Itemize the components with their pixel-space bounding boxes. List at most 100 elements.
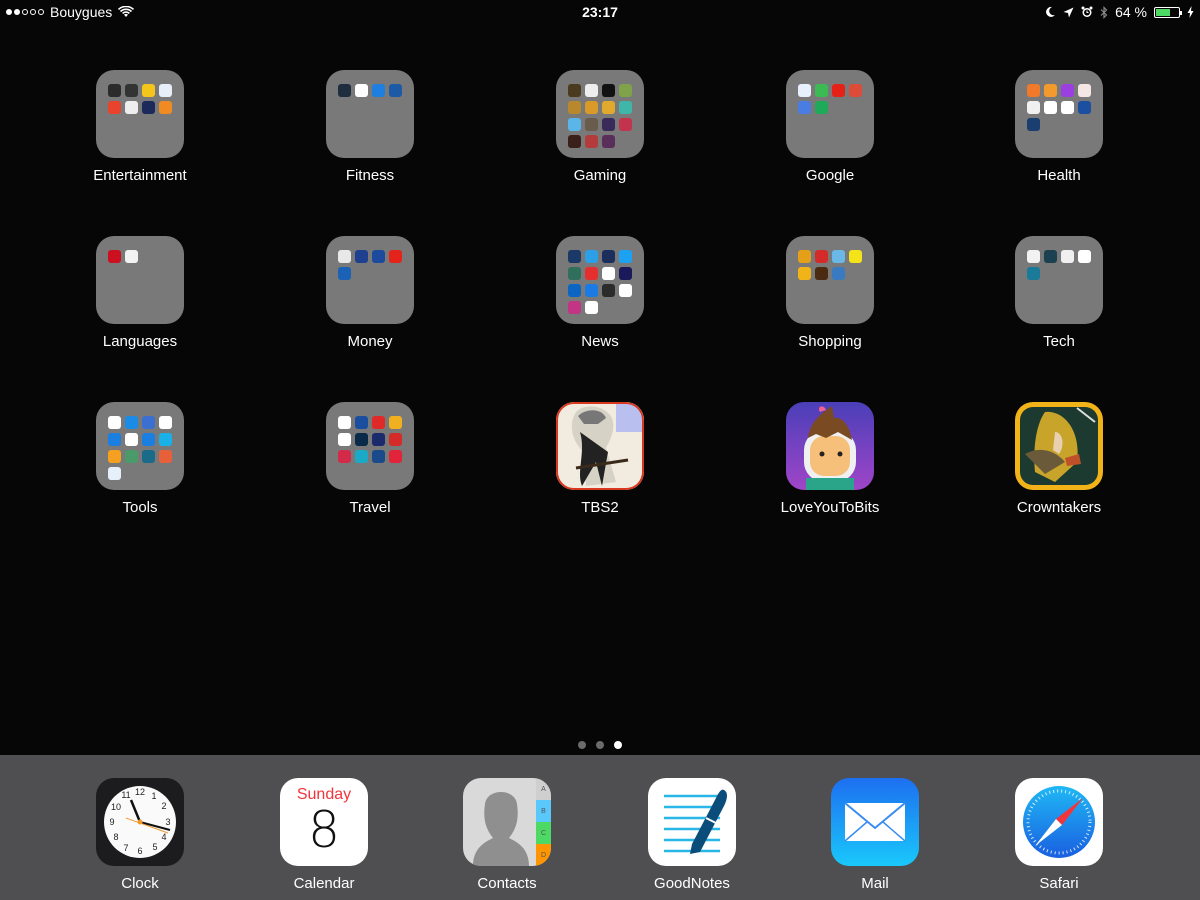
folder-google[interactable]: Google	[750, 70, 910, 184]
battery-icon	[1154, 6, 1182, 18]
folder-icon[interactable]	[326, 236, 414, 324]
folder-app-icon	[338, 416, 351, 429]
folder-icon[interactable]	[1015, 70, 1103, 158]
folder-app-icon	[372, 250, 385, 263]
folder-news[interactable]: News	[520, 236, 680, 350]
dock-app-clock[interactable]: 12 1 2 3 4 5 6 7 8 9 10 11 Clock	[60, 778, 220, 892]
dock-app-label: Contacts	[477, 875, 537, 892]
folder-app-icon	[602, 250, 615, 263]
folder-app-icon	[568, 284, 581, 297]
folder-icon[interactable]	[786, 70, 874, 158]
app-loveyoutobits[interactable]: LoveYouToBits	[750, 402, 910, 516]
folder-app-icon	[585, 101, 598, 114]
folder-fitness[interactable]: Fitness	[290, 70, 450, 184]
folder-icon[interactable]	[96, 70, 184, 158]
folder-app-icon	[355, 433, 368, 446]
folder-app-icon	[849, 84, 862, 97]
dock-app-mail[interactable]: Mail	[795, 778, 955, 892]
folder-app-icon	[619, 250, 632, 263]
crowntakers-icon[interactable]	[1015, 402, 1103, 490]
calendar-icon[interactable]: Sunday 8	[280, 778, 368, 866]
folder-app-icon	[568, 84, 581, 97]
folder-app-icon	[125, 101, 138, 114]
status-time: 23:17	[582, 4, 618, 20]
dock-app-calendar[interactable]: Sunday 8 Calendar	[244, 778, 404, 892]
page-dot[interactable]	[578, 741, 586, 749]
folder-app-icon	[108, 84, 121, 97]
folder-icon[interactable]	[556, 70, 644, 158]
dock-app-safari[interactable]: Safari	[979, 778, 1139, 892]
folder-app-icon	[602, 118, 615, 131]
folder-icon[interactable]	[96, 402, 184, 490]
folder-app-icon	[1027, 250, 1040, 263]
dock-app-goodnotes[interactable]: GoodNotes	[612, 778, 772, 892]
clock-icon[interactable]: 12 1 2 3 4 5 6 7 8 9 10 11	[96, 778, 184, 866]
svg-text:3: 3	[165, 817, 170, 827]
folder-app-icon	[585, 84, 598, 97]
dock-app-contacts[interactable]: A B C D Contacts	[427, 778, 587, 892]
safari-icon[interactable]	[1015, 778, 1103, 866]
folder-app-icon	[568, 267, 581, 280]
dock-app-label: Mail	[861, 875, 889, 892]
folder-app-icon	[1061, 101, 1074, 114]
folder-app-icon	[1078, 84, 1091, 97]
folder-health[interactable]: Health	[979, 70, 1139, 184]
folder-tech[interactable]: Tech	[979, 236, 1139, 350]
folder-app-icon	[585, 135, 598, 148]
folder-app-icon	[389, 450, 402, 463]
folder-app-icon	[338, 84, 351, 97]
folder-app-icon	[355, 250, 368, 263]
app-label: LoveYouToBits	[780, 499, 880, 516]
folder-icon[interactable]	[556, 236, 644, 324]
contacts-icon[interactable]: A B C D	[463, 778, 551, 866]
folder-app-icon	[355, 450, 368, 463]
folder-app-icon	[142, 84, 155, 97]
folder-money[interactable]: Money	[290, 236, 450, 350]
folder-app-icon	[372, 416, 385, 429]
loveyoutobits-icon[interactable]	[786, 402, 874, 490]
folder-tools[interactable]: Tools	[60, 402, 220, 516]
folder-entertainment[interactable]: Entertainment	[60, 70, 220, 184]
folder-app-icon	[159, 433, 172, 446]
folder-app-icon	[372, 433, 385, 446]
folder-app-icon	[619, 101, 632, 114]
folder-icon[interactable]	[1015, 236, 1103, 324]
folder-gaming[interactable]: Gaming	[520, 70, 680, 184]
app-label: Crowntakers	[1016, 499, 1102, 516]
page-dot[interactable]	[614, 741, 622, 749]
folder-app-icon	[108, 101, 121, 114]
folder-icon[interactable]	[96, 236, 184, 324]
folder-app-icon	[125, 84, 138, 97]
folder-label: Tools	[122, 499, 158, 516]
folder-app-icon	[142, 416, 155, 429]
battery-percentage: 64 %	[1115, 4, 1147, 20]
goodnotes-icon[interactable]	[648, 778, 736, 866]
folder-app-icon	[1044, 250, 1057, 263]
folder-app-icon	[108, 450, 121, 463]
folder-languages[interactable]: Languages	[60, 236, 220, 350]
folder-icon[interactable]	[326, 402, 414, 490]
folder-app-icon	[389, 433, 402, 446]
folder-app-icon	[815, 84, 828, 97]
folder-shopping[interactable]: Shopping	[750, 236, 910, 350]
bluetooth-icon	[1100, 5, 1108, 19]
folder-travel[interactable]: Travel	[290, 402, 450, 516]
folder-icon[interactable]	[786, 236, 874, 324]
page-dot[interactable]	[596, 741, 604, 749]
dock: 12 1 2 3 4 5 6 7 8 9 10 11 Clock Sunday 8 Calendar …	[0, 755, 1200, 900]
folder-app-icon	[815, 101, 828, 114]
folder-label: Money	[347, 333, 393, 350]
mail-icon[interactable]	[831, 778, 919, 866]
app-crowntakers[interactable]: Crowntakers	[979, 402, 1139, 516]
folder-app-icon	[1044, 101, 1057, 114]
folder-app-icon	[142, 101, 155, 114]
folder-icon[interactable]	[326, 70, 414, 158]
page-indicator[interactable]	[0, 741, 1200, 749]
tbs2-icon[interactable]	[556, 402, 644, 490]
folder-app-icon	[108, 250, 121, 263]
alarm-icon	[1081, 6, 1093, 17]
dock-app-label: Calendar	[293, 875, 355, 892]
folder-app-icon	[568, 135, 581, 148]
folder-app-icon	[159, 416, 172, 429]
app-tbs2[interactable]: TBS2	[520, 402, 680, 516]
